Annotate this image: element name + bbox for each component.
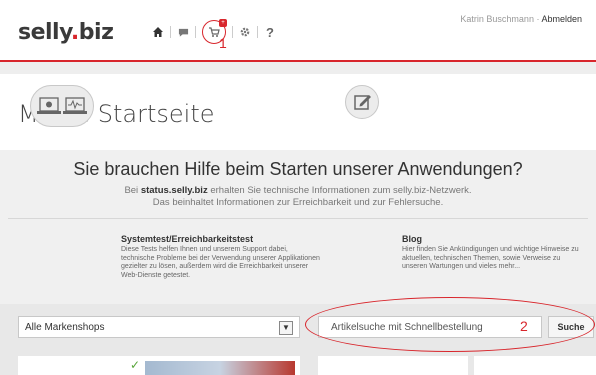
nav-divider bbox=[257, 26, 258, 38]
chevron-down-icon[interactable]: ▼ bbox=[279, 321, 293, 335]
help-divider bbox=[8, 218, 588, 219]
check-icon: ✓ bbox=[130, 358, 141, 372]
shop-select-value: Alle Markenshops bbox=[25, 322, 105, 333]
help-icon[interactable]: ? bbox=[262, 24, 278, 40]
product-card[interactable] bbox=[474, 356, 596, 375]
header: selly.biz + ? 1 Katrin Buschmann · Abmel… bbox=[0, 0, 596, 60]
user-name[interactable]: Katrin Buschmann bbox=[460, 14, 534, 24]
annotation-label-2: 2 bbox=[520, 318, 528, 334]
home-icon[interactable] bbox=[150, 24, 166, 40]
logo-tld: biz bbox=[78, 20, 114, 45]
status-link[interactable]: status.selly.biz bbox=[141, 185, 208, 196]
blog-icon[interactable] bbox=[345, 85, 379, 119]
help-heading: Sie brauchen Hilfe beim Starten unserer … bbox=[73, 159, 523, 179]
annotation-label-1: 1 bbox=[219, 35, 227, 51]
product-thumbnail[interactable] bbox=[145, 361, 295, 375]
systemtest-icon[interactable] bbox=[30, 85, 94, 127]
article-search-input[interactable] bbox=[318, 316, 542, 338]
logo-main: selly bbox=[18, 20, 71, 45]
help-sub-line1: erhalten Sie technische Informationen zu… bbox=[207, 185, 472, 196]
search-button[interactable]: Suche bbox=[548, 316, 594, 338]
product-card[interactable] bbox=[318, 356, 468, 375]
logo-dot: . bbox=[70, 20, 79, 45]
help-panel: Sie brauchen Hilfe beim Starten unserer … bbox=[0, 150, 596, 304]
cart-badge: + bbox=[219, 19, 227, 27]
shop-select[interactable]: Alle Markenshops ▼ bbox=[18, 316, 300, 338]
help-subtext: Bei status.selly.biz erhalten Sie techni… bbox=[0, 185, 596, 209]
systemtest-text: Diese Tests helfen Ihnen und unserem Sup… bbox=[121, 246, 320, 279]
header-gray-band bbox=[0, 62, 596, 74]
nav-divider bbox=[170, 26, 171, 38]
blog-title[interactable]: Blog bbox=[402, 234, 422, 244]
systemtest-title[interactable]: Systemtest/Erreichbarkeitstest bbox=[121, 234, 253, 244]
main-nav: + ? bbox=[150, 18, 278, 46]
chat-icon[interactable] bbox=[175, 24, 191, 40]
logo[interactable]: selly.biz bbox=[18, 20, 114, 45]
help-sub-prefix: Bei bbox=[124, 185, 141, 196]
user-menu: Katrin Buschmann · Abmelden bbox=[460, 14, 582, 24]
logout-link[interactable]: Abmelden bbox=[541, 14, 582, 24]
nav-divider bbox=[195, 26, 196, 38]
help-sub-line2: Das beinhaltet Informationen zur Erreich… bbox=[152, 197, 444, 208]
gear-icon[interactable] bbox=[237, 24, 253, 40]
nav-divider bbox=[232, 26, 233, 38]
blog-text: Hier finden Sie Ankündigungen und wichti… bbox=[402, 246, 579, 270]
